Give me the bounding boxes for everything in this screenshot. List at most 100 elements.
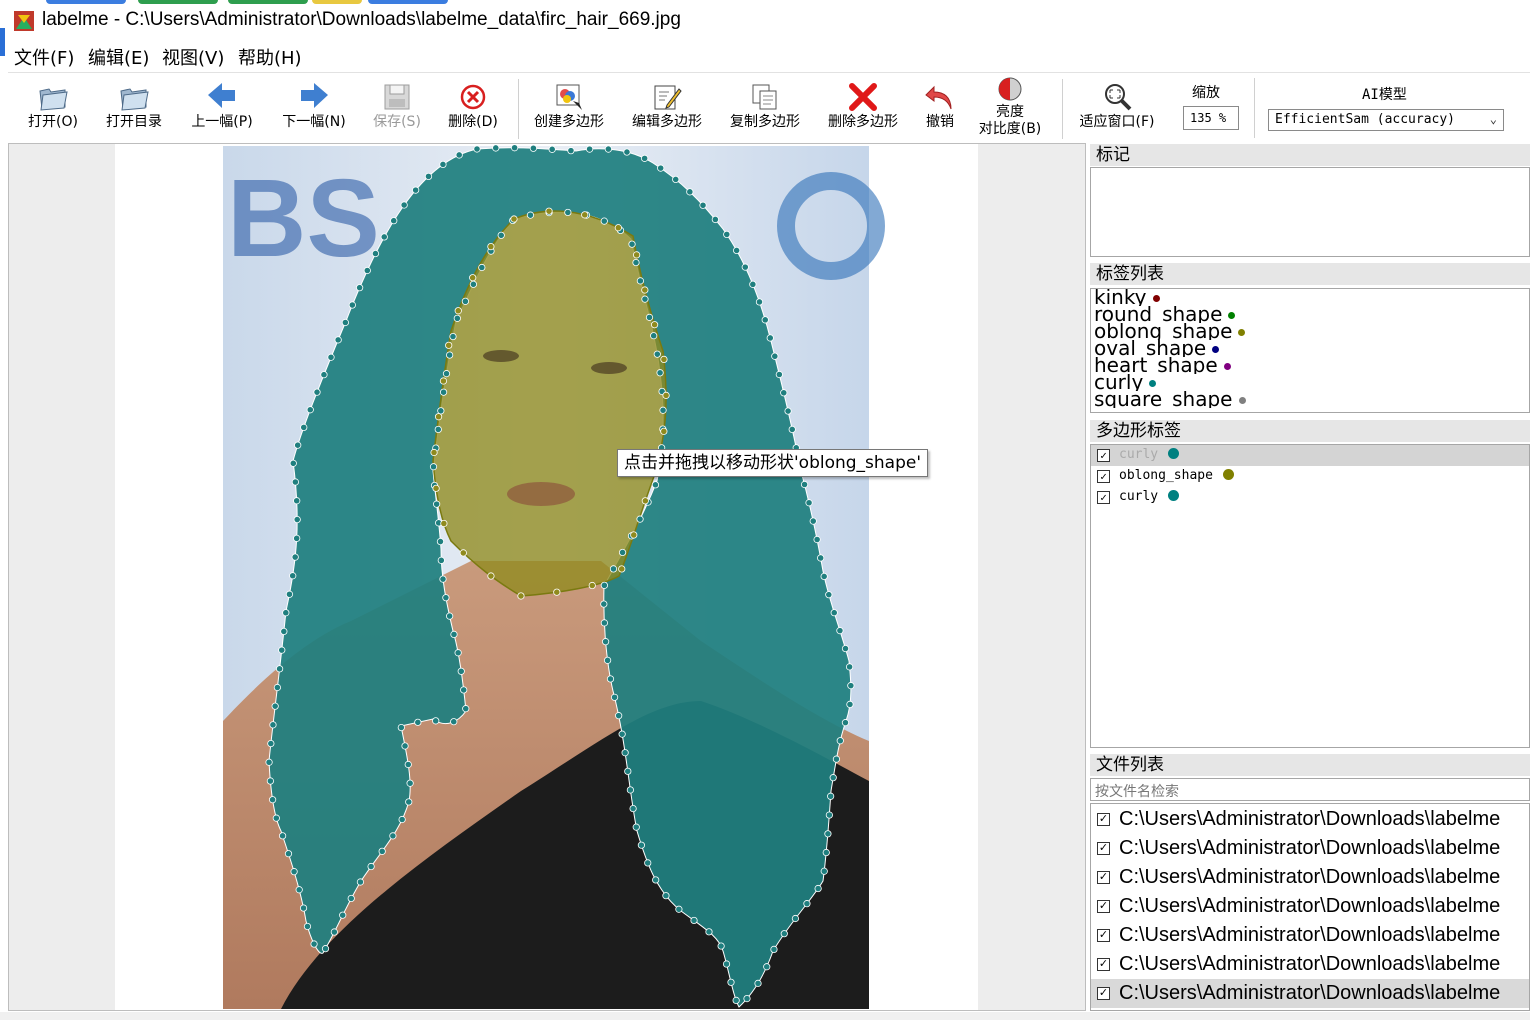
- polygon-vertex[interactable]: [291, 478, 299, 486]
- polygon-vertex[interactable]: [618, 730, 626, 738]
- polygon-vertex[interactable]: [545, 207, 553, 215]
- polygon-vertex[interactable]: [600, 600, 608, 608]
- polygon-vertex[interactable]: [548, 145, 556, 153]
- polygon-vertex[interactable]: [653, 350, 661, 358]
- polygon-vertex[interactable]: [430, 448, 438, 457]
- undo-button[interactable]: 撤销: [914, 73, 966, 141]
- file-list-item[interactable]: ✓ C:\Users\Administrator\Downloads\labelm…: [1091, 979, 1529, 1008]
- polygon-vertex[interactable]: [300, 423, 308, 431]
- polygon-vertex[interactable]: [450, 630, 458, 639]
- polygon-vertex[interactable]: [630, 531, 638, 539]
- polygon-vertex[interactable]: [347, 894, 355, 903]
- polygon-vertex[interactable]: [791, 914, 800, 923]
- polygon-vertex[interactable]: [266, 777, 274, 785]
- polygon-vertex[interactable]: [432, 484, 440, 492]
- polygon-vertex[interactable]: [478, 263, 486, 272]
- zoom-spinbox[interactable]: 135 %: [1183, 106, 1239, 130]
- polygon-vertex[interactable]: [761, 316, 769, 324]
- polygon-vertex[interactable]: [459, 549, 467, 557]
- polygon-vertex[interactable]: [659, 406, 667, 414]
- label-list-item[interactable]: oval_shape: [1094, 340, 1529, 357]
- polygon-vertex[interactable]: [334, 336, 342, 344]
- polygon-vertex[interactable]: [510, 144, 519, 152]
- polygon-vertex[interactable]: [348, 301, 356, 309]
- prev-image-button[interactable]: 上一幅(P): [182, 73, 262, 141]
- polygon-vertex[interactable]: [699, 201, 707, 209]
- polygon-vertex[interactable]: [454, 649, 462, 657]
- polygon-vertex[interactable]: [356, 284, 364, 292]
- checkbox[interactable]: ✓: [1097, 449, 1110, 462]
- polygon-vertex[interactable]: [320, 371, 328, 379]
- file-list-item[interactable]: ✓ C:\Users\Administrator\Downloads\labelm…: [1091, 950, 1529, 979]
- polygon-vertex[interactable]: [284, 850, 293, 858]
- create-polygon-button[interactable]: 创建多边形: [526, 73, 612, 141]
- polygon-vertex[interactable]: [445, 341, 453, 349]
- file-list[interactable]: ✓ C:\Users\Administrator\Downloads\labelm…: [1090, 803, 1530, 1011]
- polygon-vertex[interactable]: [564, 208, 572, 217]
- polygon-vertex[interactable]: [487, 242, 495, 251]
- polygon-vertex[interactable]: [276, 665, 284, 673]
- polygon-vertex[interactable]: [289, 572, 297, 580]
- polygon-vertex[interactable]: [600, 581, 608, 589]
- polygon-vertex[interactable]: [618, 548, 627, 557]
- polygon-vertex[interactable]: [461, 297, 469, 305]
- polygon-vertex[interactable]: [272, 814, 280, 822]
- polygon-vertex[interactable]: [847, 682, 855, 690]
- polygon-vertex[interactable]: [440, 519, 448, 528]
- polygon-vertex[interactable]: [282, 609, 290, 617]
- polygon-vertex[interactable]: [632, 823, 640, 831]
- polygon-vertex[interactable]: [805, 499, 813, 507]
- menu-file[interactable]: 文件(F): [14, 44, 74, 70]
- polygon-vertex[interactable]: [439, 160, 447, 169]
- polygon-vertex[interactable]: [788, 425, 796, 434]
- polygon-vertex[interactable]: [439, 377, 448, 385]
- polygon-vertex[interactable]: [434, 413, 443, 421]
- polygon-label-item[interactable]: ✓ curly: [1091, 445, 1529, 466]
- polygon-vertex[interactable]: [610, 693, 619, 701]
- polygon-vertex[interactable]: [469, 274, 477, 282]
- polygon-vertex[interactable]: [609, 565, 618, 573]
- polygon-vertex[interactable]: [434, 425, 442, 434]
- flags-list[interactable]: [1090, 167, 1530, 257]
- polygon-vertex[interactable]: [629, 804, 637, 813]
- polygon-vertex[interactable]: [723, 230, 731, 239]
- polygon-vertex[interactable]: [397, 723, 405, 732]
- polygon-vertex[interactable]: [432, 717, 440, 725]
- polygon-vertex[interactable]: [755, 298, 764, 306]
- polygon-vertex[interactable]: [492, 144, 500, 152]
- polygon-vertex[interactable]: [295, 886, 303, 894]
- polygon-vertex[interactable]: [380, 233, 388, 241]
- checkbox[interactable]: ✓: [1097, 987, 1110, 1000]
- polygon-vertex[interactable]: [636, 277, 644, 285]
- label-list-item[interactable]: heart_shape: [1094, 357, 1529, 374]
- polygon-vertex[interactable]: [841, 719, 850, 727]
- menu-edit[interactable]: 编辑(E): [88, 44, 149, 70]
- polygon-vertex[interactable]: [845, 663, 854, 671]
- polygon-vertex[interactable]: [414, 718, 422, 726]
- polygon-vertex[interactable]: [770, 945, 778, 953]
- polygon-vertex[interactable]: [775, 370, 783, 379]
- polygon-vertex[interactable]: [449, 332, 457, 341]
- polygon-vertex[interactable]: [553, 588, 561, 596]
- polygon-vertex[interactable]: [473, 145, 481, 153]
- polygon-vertex[interactable]: [454, 307, 462, 315]
- polygon-vertex[interactable]: [632, 258, 640, 267]
- copy-polygon-button[interactable]: 复制多边形: [722, 73, 808, 141]
- brightness-contrast-button[interactable]: 亮度 对比度(B): [972, 73, 1048, 141]
- polygon-vertex[interactable]: [271, 702, 279, 710]
- polygon-vertex[interactable]: [636, 515, 644, 523]
- polygon-vertex[interactable]: [299, 904, 308, 912]
- polygon-vertex[interactable]: [817, 554, 825, 562]
- polygon-vertex[interactable]: [732, 996, 740, 1004]
- polygon-vertex[interactable]: [641, 497, 649, 505]
- open-button[interactable]: 打开(O): [20, 73, 86, 141]
- polygon-vertex[interactable]: [439, 575, 447, 583]
- image-canvas[interactable]: BS: [8, 143, 1086, 1011]
- polygon-vertex[interactable]: [341, 318, 349, 327]
- polygon-vertex[interactable]: [754, 979, 762, 987]
- polygon-vertex[interactable]: [820, 867, 828, 875]
- polygon-vertex[interactable]: [330, 928, 338, 936]
- polygon-vertex[interactable]: [400, 201, 408, 209]
- polygon-vertex[interactable]: [339, 911, 347, 919]
- polygon-vertex[interactable]: [814, 884, 822, 893]
